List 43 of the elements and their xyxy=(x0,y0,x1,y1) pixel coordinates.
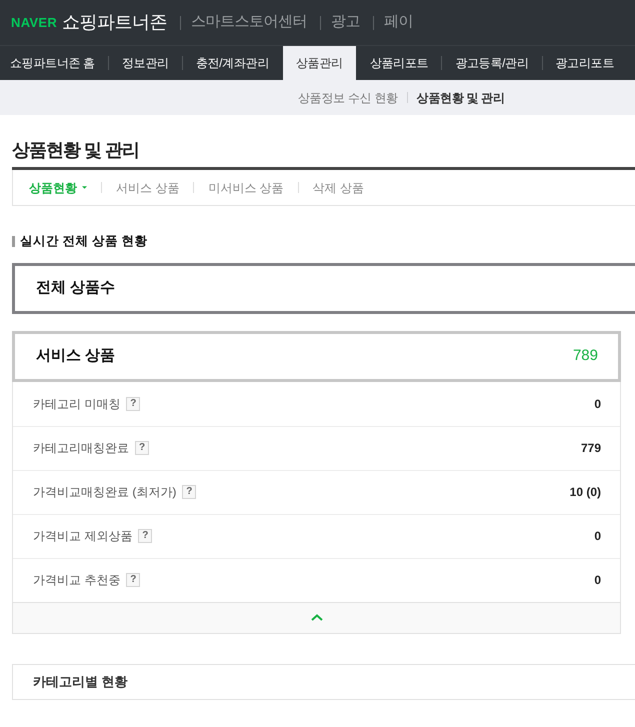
help-button[interactable]: ? xyxy=(138,529,152,544)
collapse-button[interactable] xyxy=(12,602,621,634)
section-heading: 실시간 전체 상품 현황 xyxy=(20,233,148,250)
help-button[interactable]: ? xyxy=(135,441,149,456)
stat-value: 0 xyxy=(594,396,601,413)
category-panel[interactable]: 카테고리별 현황 xyxy=(12,664,635,700)
stat-label: 카테고리매칭완료 xyxy=(33,440,129,458)
heading-bar xyxy=(12,236,15,247)
stat-label: 카테고리 미매칭 xyxy=(33,396,120,413)
chevron-up-icon xyxy=(310,614,322,622)
filter-tab[interactable]: 미서비스 상품 xyxy=(208,178,284,196)
nav-tab[interactable]: 쇼핑파트너존 홈 xyxy=(0,46,108,80)
header-link[interactable]: 광고 xyxy=(331,11,360,34)
stat-value: 0 xyxy=(594,572,601,590)
nav-tab[interactable]: 정보관리 xyxy=(108,46,182,80)
total-products-label: 전체 상품수 xyxy=(36,278,116,298)
nav-tab[interactable]: 광고리포트 xyxy=(542,46,628,80)
header-link[interactable]: 스마트스토어센터 xyxy=(191,11,308,34)
nav-tab[interactable]: 상품관리 xyxy=(282,46,356,80)
category-panel-title: 카테고리별 현황 xyxy=(33,673,128,691)
stat-label: 가격비교 추천중 xyxy=(33,572,120,590)
nav-tab[interactable]: 충전/계좌관리 xyxy=(182,46,282,80)
stat-value: 779 xyxy=(580,440,601,458)
filter-tab[interactable]: 서비스 상품 xyxy=(116,178,180,196)
sub-nav-link[interactable]: 상품현황 및 관리 xyxy=(416,88,505,106)
filter-tab[interactable]: 삭제 상품 xyxy=(312,178,364,196)
help-button[interactable]: ? xyxy=(126,573,140,588)
service-products-label: 서비스 상품 xyxy=(36,346,116,366)
nav-tab[interactable]: 광고등록/관리 xyxy=(442,46,542,80)
page-title: 상품현황 및 관리 xyxy=(12,139,140,161)
stat-label: 가격비교매칭완료 (최저가) xyxy=(33,484,176,502)
stat-value: 10 (0) xyxy=(570,484,601,502)
header-link[interactable]: 페이 xyxy=(384,11,414,34)
nav-tab[interactable]: 상품리포트 xyxy=(356,46,442,80)
help-button[interactable]: ? xyxy=(126,396,140,411)
naver-logo[interactable]: NAVER xyxy=(11,12,58,32)
filter-tab[interactable]: 상품현황 xyxy=(29,178,87,196)
site-title[interactable]: 쇼핑파트너존 xyxy=(62,9,168,36)
stat-label: 가격비교 제외상품 xyxy=(33,528,132,546)
service-products-count: 789 xyxy=(572,346,598,366)
help-button[interactable]: ? xyxy=(182,485,196,500)
stat-value: 0 xyxy=(594,528,601,546)
sub-nav-link[interactable]: 상품정보 수신 현황 xyxy=(298,88,398,106)
